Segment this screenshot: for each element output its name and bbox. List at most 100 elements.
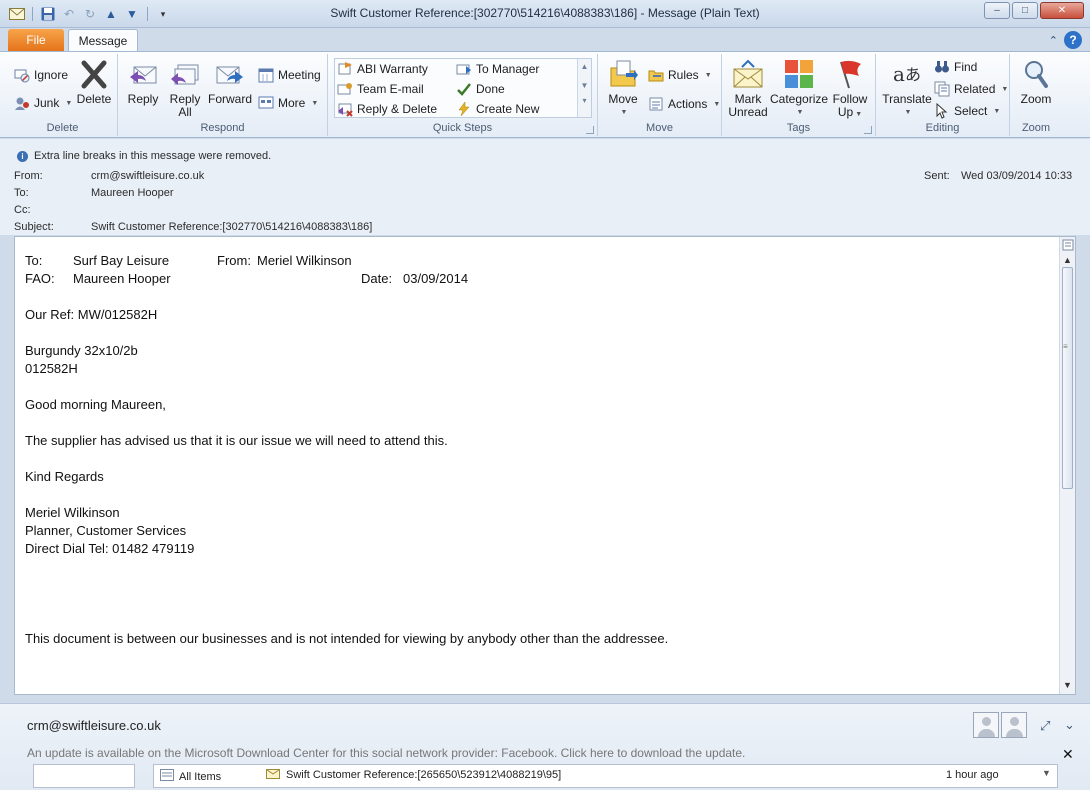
feed-filter[interactable]: All Items xyxy=(160,769,221,784)
zoom-button[interactable]: Zoom xyxy=(1016,58,1056,106)
people-pane-name[interactable]: crm@swiftleisure.co.uk xyxy=(27,718,161,733)
categorize-button[interactable]: Categorize ▼ xyxy=(770,58,828,119)
chevron-down-icon: ▼ xyxy=(855,111,863,118)
scrollbar-thumb[interactable] xyxy=(1062,267,1073,489)
quick-step-team-email[interactable]: Team E-mail xyxy=(337,80,424,98)
to-value[interactable]: Maureen Hooper xyxy=(91,187,174,199)
magnifier-icon xyxy=(1019,58,1053,90)
collapse-pane-icon[interactable]: ⌄ xyxy=(1064,717,1075,733)
more-label: More xyxy=(278,96,306,110)
body-date-label: Date: xyxy=(361,271,393,286)
expand-pane-icon[interactable]: ⤢ xyxy=(1040,718,1050,734)
feed-item-time: 1 hour ago xyxy=(946,769,999,781)
reply-button[interactable]: Reply xyxy=(124,58,162,106)
quick-step-done[interactable]: Done xyxy=(456,80,505,98)
delete-button[interactable]: Delete xyxy=(74,58,114,106)
quick-step-reply-delete[interactable]: Reply & Delete xyxy=(337,100,437,118)
help-icon[interactable]: ? xyxy=(1064,31,1082,49)
info-icon: i xyxy=(17,150,28,162)
maximize-button[interactable]: □ xyxy=(1012,2,1038,19)
scroll-up-icon[interactable]: ▲ xyxy=(1060,253,1075,268)
mark-unread-button[interactable]: Mark Unread xyxy=(728,58,768,119)
close-icon[interactable]: ✕ xyxy=(1062,746,1074,763)
chevron-down-icon: ▼ xyxy=(796,109,804,116)
more-button[interactable]: More ▼ xyxy=(258,94,318,112)
junk-button[interactable]: Junk ▼ xyxy=(14,94,72,112)
tags-group: Mark Unread Categorize ▼ Follow Up ▼ Tags xyxy=(722,54,876,136)
meeting-button[interactable]: Meeting xyxy=(258,66,321,84)
close-button[interactable]: ✕ xyxy=(1040,2,1084,19)
related-button[interactable]: Related ▼ xyxy=(934,80,1008,98)
info-notice[interactable]: i Extra line breaks in this message were… xyxy=(17,150,271,162)
chevron-down-icon: ▼ xyxy=(65,99,73,107)
ribbon-controls: ⌃ ? xyxy=(1049,31,1082,49)
categorize-icon xyxy=(782,58,816,90)
body-to-value: Surf Bay Leisure xyxy=(73,253,170,268)
find-button[interactable]: Find xyxy=(934,58,977,76)
actions-button[interactable]: Actions ▼ xyxy=(648,95,720,113)
sent-value: Wed 03/09/2014 10:33 xyxy=(961,170,1073,182)
delete-group-label: Delete xyxy=(46,122,79,134)
reply-all-button[interactable]: Reply All xyxy=(166,58,204,119)
ignore-button[interactable]: Ignore xyxy=(14,66,68,84)
envelope-icon xyxy=(731,58,765,90)
quick-step-abi-warranty[interactable]: ABI Warranty xyxy=(337,60,428,78)
team-email-icon xyxy=(337,81,353,97)
dialog-launcher-icon[interactable] xyxy=(586,126,594,134)
update-notice[interactable]: An update is available on the Microsoft … xyxy=(27,746,745,760)
chevron-down-icon: ▼ xyxy=(713,100,721,108)
rules-button[interactable]: Rules ▼ xyxy=(648,66,712,84)
from-value[interactable]: crm@swiftleisure.co.uk xyxy=(91,170,204,182)
feed-item[interactable]: Swift Customer Reference:[265650\523912\… xyxy=(266,767,561,782)
translate-button[interactable]: aあ Translate ▼ xyxy=(880,58,934,119)
actions-label: Actions xyxy=(668,97,708,111)
tab-file[interactable]: File xyxy=(8,29,64,51)
quick-steps-group-label: Quick Steps xyxy=(432,122,493,134)
forward-button[interactable]: Forward xyxy=(206,58,254,106)
social-feed[interactable]: All Items Swift Customer Reference:[2656… xyxy=(153,764,1058,788)
from-label: From: xyxy=(14,170,43,182)
info-notice-text: Extra line breaks in this message were r… xyxy=(34,150,272,162)
minimize-button[interactable]: – xyxy=(984,2,1010,19)
chevron-down-icon[interactable]: ▼ xyxy=(1042,768,1051,778)
reading-pane-options-icon[interactable] xyxy=(1060,239,1075,254)
avatar-shoulders xyxy=(978,729,995,737)
scroll-down-icon[interactable]: ▼ xyxy=(1060,678,1075,693)
tab-message[interactable]: Message xyxy=(68,29,138,53)
related-icon xyxy=(934,81,950,97)
product-name: Burgundy 32x10/2b xyxy=(25,343,138,358)
quick-step-create-new[interactable]: Create New xyxy=(456,100,539,118)
select-button[interactable]: Select ▼ xyxy=(934,102,1000,120)
message-body[interactable]: To: Surf Bay Leisure From: Meriel Wilkin… xyxy=(14,236,1076,695)
move-button[interactable]: Move ▼ xyxy=(604,58,642,119)
scroll-up-icon[interactable]: ▲ xyxy=(578,62,591,71)
find-label: Find xyxy=(954,60,978,74)
junk-icon xyxy=(14,95,30,111)
vertical-scrollbar[interactable]: ▲ ≡ ▼ xyxy=(1059,237,1075,694)
expand-gallery-icon[interactable]: ▾ xyxy=(578,96,591,105)
rules-label: Rules xyxy=(668,68,699,82)
delete-group: Ignore Junk ▼ Delete Delete xyxy=(8,54,118,136)
to-manager-icon xyxy=(456,61,472,77)
subject-value: Swift Customer Reference:[302770\514216\… xyxy=(91,221,373,233)
chevron-down-icon: ▼ xyxy=(904,109,912,116)
quick-steps-scroll[interactable]: ▲ ▼ ▾ xyxy=(577,59,591,117)
subject-label: Subject: xyxy=(14,221,54,233)
reply-icon xyxy=(126,58,160,90)
sent-label: Sent: xyxy=(924,170,950,182)
quick-step-to-manager[interactable]: To Manager xyxy=(456,60,539,78)
follow-up-label-line2-wrap: Up ▼ xyxy=(828,106,872,121)
avatar[interactable] xyxy=(973,712,999,738)
avatar[interactable] xyxy=(1001,712,1027,738)
forward-icon xyxy=(213,58,247,90)
tags-group-label: Tags xyxy=(786,122,811,134)
to-manager-label: To Manager xyxy=(476,62,540,76)
binoculars-icon xyxy=(934,59,950,75)
dialog-launcher-icon[interactable] xyxy=(864,126,872,134)
minimize-ribbon-icon[interactable]: ⌃ xyxy=(1049,34,1058,47)
follow-up-button[interactable]: Follow Up ▼ xyxy=(828,58,872,121)
follow-up-label-line2: Up xyxy=(837,105,854,119)
scroll-down-icon[interactable]: ▼ xyxy=(578,81,591,90)
